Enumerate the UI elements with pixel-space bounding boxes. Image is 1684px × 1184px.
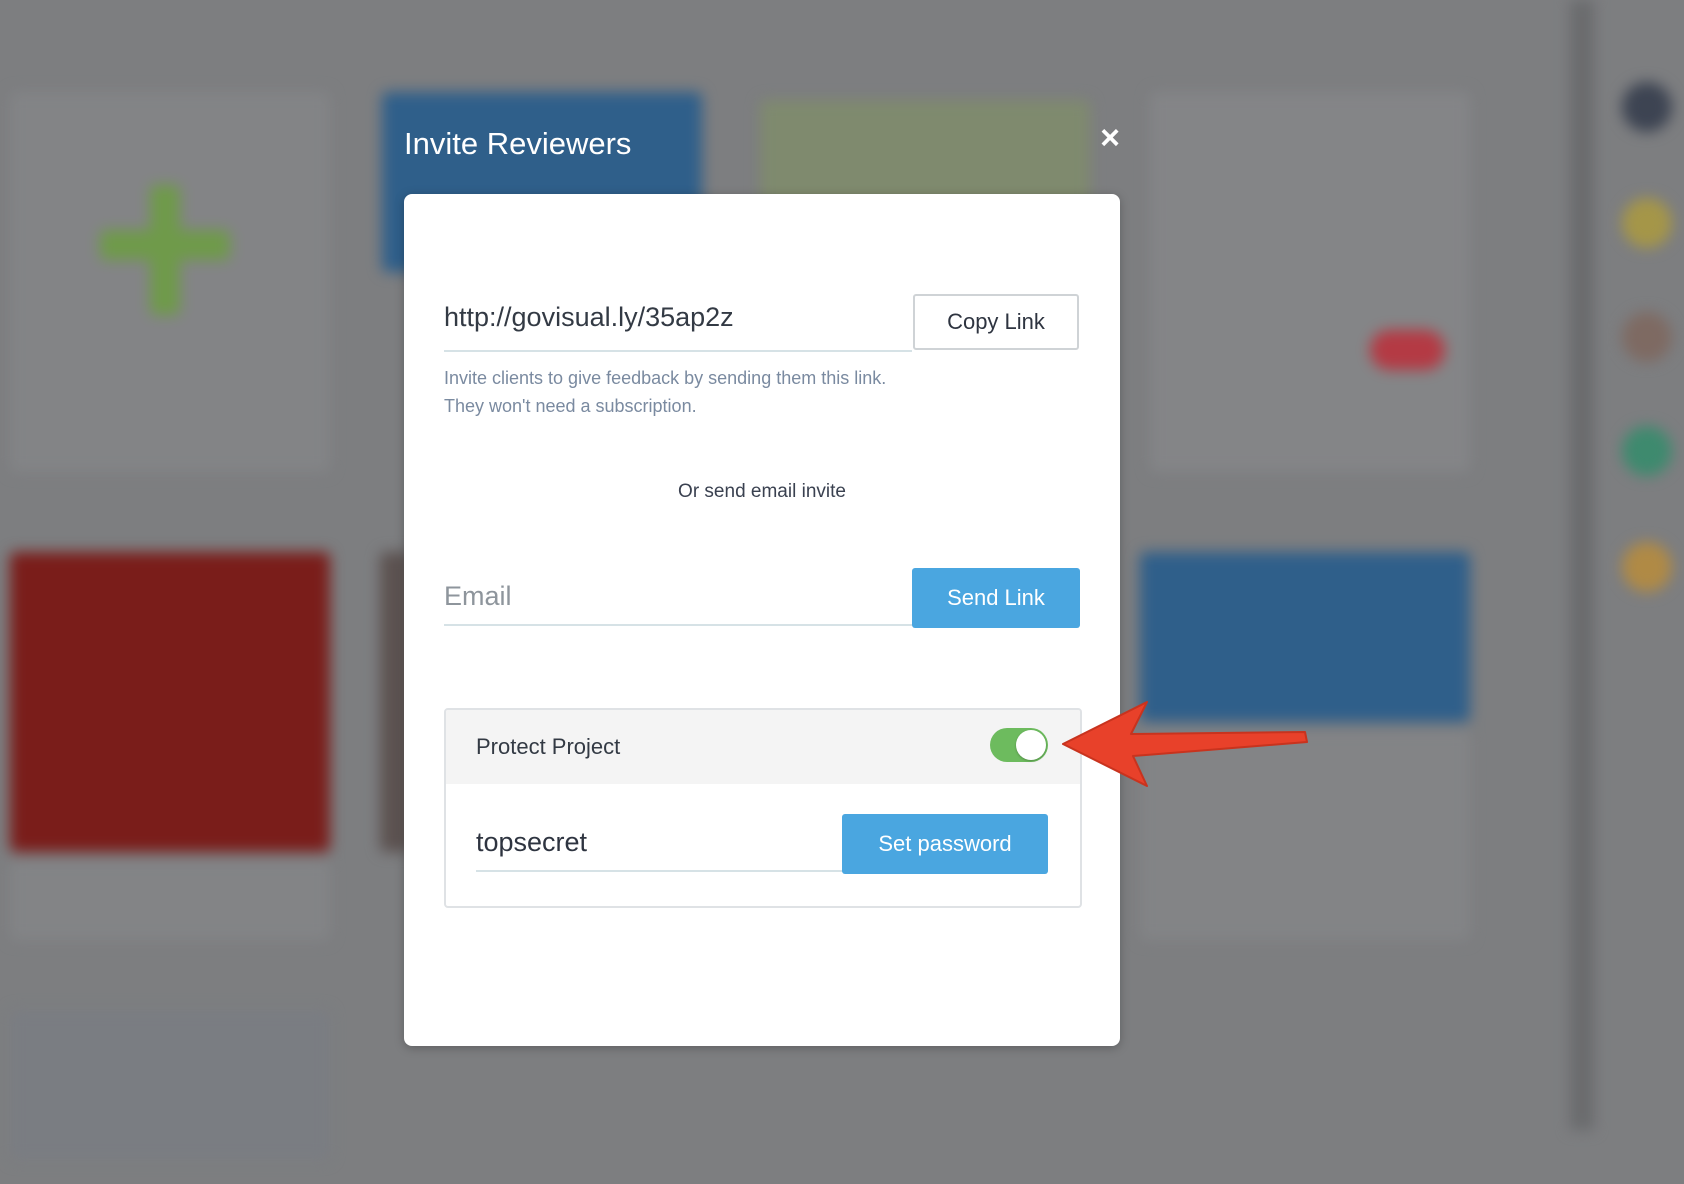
background-avatar bbox=[1622, 82, 1672, 132]
password-field[interactable] bbox=[476, 814, 846, 872]
background-tile bbox=[10, 860, 330, 940]
modal-title: Invite Reviewers bbox=[404, 126, 632, 161]
invite-reviewers-dialog: http://govisual.ly/35ap2z Copy Link Invi… bbox=[404, 194, 1120, 1046]
share-link-hint-line: Invite clients to give feedback by sendi… bbox=[444, 368, 887, 388]
background-tile bbox=[150, 185, 180, 315]
background-tile bbox=[10, 552, 330, 852]
send-link-button[interactable]: Send Link bbox=[912, 568, 1080, 628]
share-link-row: http://govisual.ly/35ap2z Copy Link bbox=[444, 294, 1079, 352]
background-tile bbox=[1370, 330, 1445, 370]
background-avatar bbox=[1622, 312, 1672, 362]
protect-project-toggle[interactable] bbox=[990, 728, 1048, 762]
copy-link-button[interactable]: Copy Link bbox=[913, 294, 1079, 350]
protect-project-panel: Protect Project Set password bbox=[444, 708, 1082, 908]
background-tile bbox=[10, 1010, 330, 1160]
email-invite-divider: Or send email invite bbox=[678, 481, 846, 502]
background-tile bbox=[1150, 92, 1470, 472]
background-avatar bbox=[1622, 198, 1672, 248]
background-tile bbox=[1140, 552, 1470, 722]
share-link-field[interactable]: http://govisual.ly/35ap2z bbox=[444, 294, 912, 352]
background-avatar bbox=[1622, 426, 1672, 476]
background-scrollbar bbox=[1570, 0, 1594, 1130]
annotation-arrow-icon bbox=[1062, 701, 1308, 787]
share-link-hint-line: They won't need a subscription. bbox=[444, 396, 697, 416]
background-avatar bbox=[1622, 542, 1672, 592]
toggle-knob bbox=[1016, 730, 1046, 760]
close-icon[interactable]: × bbox=[1096, 121, 1124, 155]
set-password-button[interactable]: Set password bbox=[842, 814, 1048, 874]
email-invite-row: Send Link bbox=[444, 568, 1080, 628]
email-field[interactable] bbox=[444, 568, 912, 626]
protect-project-header: Protect Project bbox=[446, 710, 1080, 784]
protect-project-label: Protect Project bbox=[476, 734, 621, 759]
share-link-hint: Invite clients to give feedback by sendi… bbox=[444, 364, 886, 420]
